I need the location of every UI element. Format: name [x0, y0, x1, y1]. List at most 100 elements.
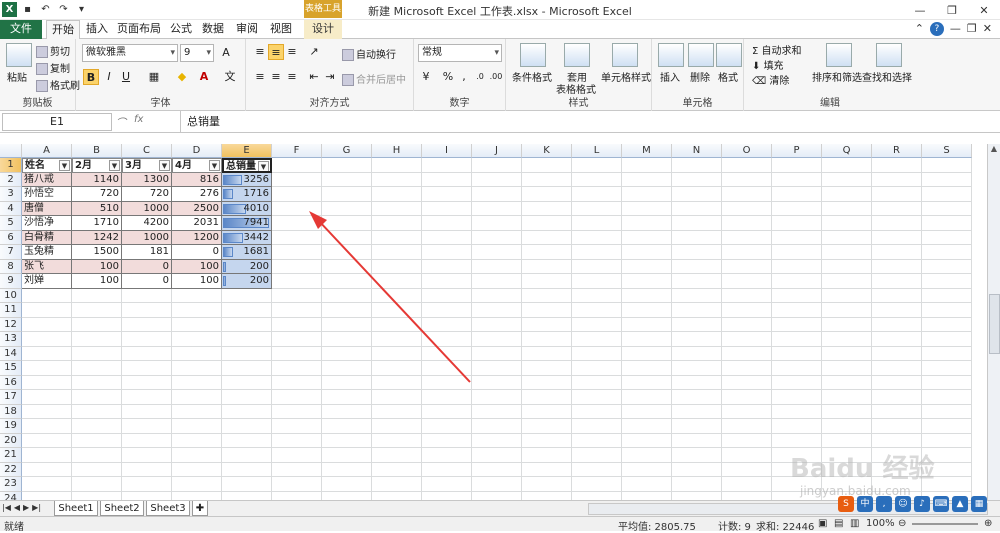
grid-cell[interactable] [422, 361, 472, 376]
grid-cell[interactable] [372, 245, 422, 260]
fill-button[interactable]: ⬇ 填充 [752, 57, 784, 72]
grid-cell[interactable] [422, 332, 472, 347]
row-header[interactable]: 1 [0, 158, 22, 173]
scroll-thumb[interactable] [989, 294, 1000, 354]
grid-cell[interactable] [122, 448, 172, 463]
grid-cell[interactable] [72, 346, 122, 361]
sheet-tab-sheet3[interactable]: Sheet3 [146, 501, 190, 516]
align-left-icon[interactable]: ≡ [252, 69, 268, 85]
grid-cell[interactable] [322, 274, 372, 289]
table-header-cell[interactable]: 姓名 ▼ [22, 158, 72, 173]
table-header-cell[interactable]: 总销量 ▼ [222, 158, 272, 173]
grid-cell[interactable] [672, 491, 722, 500]
grid-cell[interactable] [822, 259, 872, 274]
grid-cell[interactable] [472, 332, 522, 347]
grid-cell[interactable] [872, 419, 922, 434]
column-header[interactable]: D [172, 144, 222, 158]
tab-design[interactable]: 设计 [304, 20, 342, 39]
row-header[interactable]: 3 [0, 187, 22, 202]
grid-cell[interactable] [822, 433, 872, 448]
name-box[interactable]: E1 [2, 113, 112, 131]
grid-cell[interactable] [572, 317, 622, 332]
grid-cell[interactable] [722, 346, 772, 361]
grid-cell[interactable] [322, 491, 372, 500]
fill-color-icon[interactable]: ◆ [174, 69, 190, 85]
grid-cell[interactable] [672, 390, 722, 405]
grid-cell[interactable] [872, 230, 922, 245]
grid-cell[interactable] [872, 433, 922, 448]
grid-cell[interactable] [472, 230, 522, 245]
grid-cell[interactable] [622, 259, 672, 274]
ime-voice-icon[interactable]: ♪ [914, 496, 930, 512]
grid-cell[interactable] [872, 332, 922, 347]
grid-cell[interactable] [672, 259, 722, 274]
grid-cell[interactable] [322, 448, 372, 463]
grid-cell[interactable] [122, 462, 172, 477]
grid-cell[interactable] [222, 332, 272, 347]
grid-cell[interactable] [22, 433, 72, 448]
grid-cell[interactable] [872, 375, 922, 390]
grid-cell[interactable] [922, 332, 972, 347]
increase-indent-icon[interactable]: ⇥ [322, 69, 338, 85]
grid-cell[interactable] [922, 230, 972, 245]
grid-cell[interactable] [622, 317, 672, 332]
column-header[interactable]: A [22, 144, 72, 158]
grid-cell[interactable] [872, 361, 922, 376]
grid-cell[interactable] [372, 201, 422, 216]
grid-cell[interactable] [222, 404, 272, 419]
grid-cell[interactable] [272, 303, 322, 318]
grid-cell[interactable] [722, 462, 772, 477]
grid-cell[interactable] [472, 187, 522, 202]
grid-cell[interactable] [522, 288, 572, 303]
grid-cell[interactable] [822, 230, 872, 245]
grid-cell[interactable] [772, 361, 822, 376]
grid-cell[interactable] [222, 491, 272, 500]
grid-cell[interactable] [572, 491, 622, 500]
grid-cell[interactable] [422, 390, 472, 405]
grid-cell[interactable] [22, 346, 72, 361]
grid-cell[interactable] [922, 361, 972, 376]
grid-cell[interactable] [622, 346, 672, 361]
grid-cell[interactable] [422, 158, 472, 173]
grid-cell[interactable] [522, 404, 572, 419]
grid-cell[interactable] [322, 419, 372, 434]
grid-cell[interactable] [22, 303, 72, 318]
grid-cell[interactable] [722, 216, 772, 231]
table-cell[interactable]: 白骨精 [22, 230, 72, 245]
grid-cell[interactable] [172, 346, 222, 361]
grid-cell[interactable] [522, 187, 572, 202]
column-header[interactable]: B [72, 144, 122, 158]
grid-cell[interactable] [572, 346, 622, 361]
row-header[interactable]: 11 [0, 303, 22, 318]
grid-cell[interactable] [222, 419, 272, 434]
grid-cell[interactable] [222, 346, 272, 361]
grid-cell[interactable] [122, 375, 172, 390]
grid-cell[interactable] [722, 404, 772, 419]
grid-cell[interactable] [372, 259, 422, 274]
grid-cell[interactable] [522, 433, 572, 448]
grid-cell[interactable] [772, 245, 822, 260]
table-cell[interactable]: 沙悟净 [22, 216, 72, 231]
grid-cell[interactable] [372, 361, 422, 376]
column-header[interactable]: F [272, 144, 322, 158]
grid-cell[interactable] [872, 201, 922, 216]
table-cell[interactable]: 1500 [72, 245, 122, 260]
grid-cell[interactable] [672, 245, 722, 260]
grid-cell[interactable] [22, 361, 72, 376]
filter-dropdown-icon[interactable]: ▼ [159, 160, 170, 171]
grid-cell[interactable] [372, 462, 422, 477]
grid-cell[interactable] [172, 448, 222, 463]
table-cell[interactable]: 张飞 [22, 259, 72, 274]
ime-punct-icon[interactable]: , [876, 496, 892, 512]
normal-view-icon[interactable]: ▣ [818, 518, 827, 529]
grid-cell[interactable] [622, 158, 672, 173]
ime-keyboard-icon[interactable]: ⌨ [933, 496, 949, 512]
first-sheet-icon[interactable]: |◀ [2, 503, 11, 512]
total-sales-cell[interactable]: 1681 [222, 245, 272, 260]
grid-cell[interactable] [572, 303, 622, 318]
grid-cell[interactable] [172, 390, 222, 405]
merge-center-button[interactable]: 合并后居中 [342, 71, 406, 86]
grid-cell[interactable] [472, 216, 522, 231]
column-header[interactable]: S [922, 144, 972, 158]
cell-styles-button[interactable]: 单元格样式 [601, 69, 651, 84]
